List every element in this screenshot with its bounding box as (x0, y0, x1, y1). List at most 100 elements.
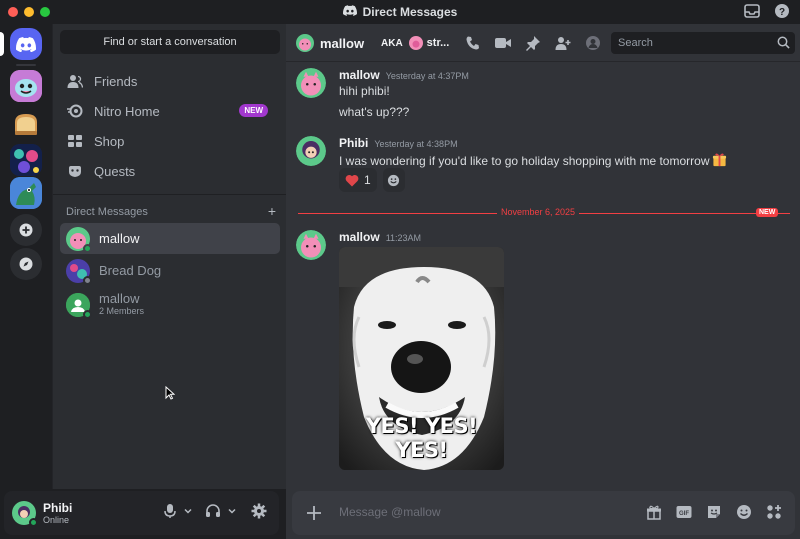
maximize-window-button[interactable] (40, 7, 50, 17)
quests-icon (66, 162, 84, 180)
sticker-icon[interactable] (705, 503, 723, 521)
close-window-button[interactable] (8, 7, 18, 17)
inbox-icon[interactable] (744, 3, 760, 19)
user-panel: Phibi Online (4, 491, 279, 535)
recipient-avatar (296, 34, 314, 52)
microphone-icon[interactable] (163, 503, 177, 519)
heart-icon (345, 174, 359, 186)
direct-messages-home-button[interactable] (10, 28, 42, 60)
audio-options-chevron-icon[interactable] (227, 506, 237, 516)
search-input[interactable]: Search (611, 32, 795, 54)
gif-caption: YES! YES! YES! (365, 414, 478, 462)
message-composer: Message @mallow GIF (292, 491, 795, 535)
author-name[interactable]: mallow (339, 68, 380, 82)
dm-item-bread-dog[interactable]: Bread Dog (60, 255, 280, 286)
message-text: hihi phibi! (339, 84, 390, 98)
video-call-icon[interactable] (494, 34, 512, 52)
server-icon-3[interactable] (10, 144, 42, 176)
gift-icon[interactable] (645, 503, 663, 521)
avatar (66, 226, 92, 253)
divider-date: November 6, 2025 (497, 207, 580, 217)
aka-label: AKA (381, 37, 403, 49)
author-name[interactable]: Phibi (339, 136, 368, 150)
author-avatar[interactable] (296, 230, 326, 260)
svg-text:GIF: GIF (679, 511, 689, 517)
dm-name: Bread Dog (99, 263, 162, 278)
offline-status-dot (83, 275, 92, 285)
author-avatar[interactable] (296, 68, 326, 98)
window-title: Direct Messages (0, 0, 800, 24)
nav-quests[interactable]: Quests (60, 156, 280, 186)
settings-gear-icon[interactable] (251, 503, 267, 519)
nav-nitro-label: Nitro Home (94, 103, 160, 119)
server-icon-2[interactable] (10, 108, 42, 140)
help-icon[interactable]: ? (774, 3, 790, 19)
create-dm-button[interactable]: + (268, 204, 276, 218)
dm-item-group-mallow[interactable]: mallow 2 Members (60, 288, 280, 322)
compass-icon (19, 257, 33, 271)
message-timestamp: Yesterday at 4:38PM (374, 139, 458, 149)
author-name[interactable]: mallow (339, 230, 380, 244)
nav-friends[interactable]: Friends (60, 66, 280, 96)
chat-header: mallow AKA str... Search (286, 24, 800, 62)
upload-plus-icon[interactable] (304, 503, 324, 523)
online-status-dot (83, 310, 92, 319)
apps-icon[interactable] (765, 503, 783, 521)
window-controls (8, 7, 50, 17)
aka-section[interactable]: AKA str... (381, 36, 449, 50)
add-reaction-icon (388, 174, 400, 186)
shop-icon (66, 132, 84, 150)
new-badge: NEW (239, 104, 268, 117)
nav-shop-label: Shop (94, 133, 125, 149)
nav-quests-label: Quests (94, 163, 136, 179)
dm-header-label: Direct Messages (66, 206, 148, 218)
window-title-text: Direct Messages (362, 5, 458, 19)
username[interactable]: Phibi (43, 501, 72, 515)
dm-sidebar: Find or start a conversation Friends Nit… (52, 24, 287, 489)
mouse-cursor-icon (165, 385, 176, 403)
emoji-icon[interactable] (735, 503, 753, 521)
dm-name: mallow (99, 231, 140, 246)
headphones-icon[interactable] (205, 503, 221, 519)
new-messages-badge: NEW (756, 208, 779, 217)
nitro-icon (66, 102, 84, 120)
pinned-messages-icon[interactable] (524, 34, 542, 52)
nav-friends-label: Friends (94, 73, 138, 89)
minimize-window-button[interactable] (24, 7, 34, 17)
chat-area: mallow AKA str... Search mallow Yesterda… (286, 24, 800, 539)
search-placeholder: Search (618, 37, 653, 49)
gif-attachment[interactable]: YES! YES! YES! (339, 247, 504, 470)
message-input[interactable]: Message @mallow (339, 505, 441, 519)
add-reaction-button[interactable] (382, 168, 405, 192)
user-profile-icon[interactable] (584, 34, 602, 52)
title-bar: Direct Messages ? (0, 0, 800, 24)
message-timestamp: Yesterday at 4:37PM (385, 71, 469, 81)
server-icon-4[interactable] (10, 177, 42, 209)
mic-options-chevron-icon[interactable] (183, 506, 193, 516)
server-rail (0, 24, 52, 489)
avatar (66, 258, 92, 285)
nav-nitro-home[interactable]: Nitro Home NEW (60, 96, 280, 126)
user-status: Online (43, 515, 70, 525)
voice-call-icon[interactable] (464, 34, 482, 52)
add-friends-to-dm-icon[interactable] (554, 34, 572, 52)
server-icon-1[interactable] (10, 70, 42, 102)
dm-section-header: Direct Messages + (66, 204, 276, 218)
discord-logo-icon (342, 5, 357, 19)
dm-item-mallow[interactable]: mallow (60, 223, 280, 254)
discover-button[interactable] (10, 248, 42, 280)
aka-name: str... (426, 37, 450, 49)
search-icon (777, 36, 790, 52)
chat-recipient[interactable]: mallow (296, 34, 364, 52)
add-server-button[interactable] (10, 214, 42, 246)
group-avatar (66, 293, 92, 319)
gif-picker-icon[interactable]: GIF (675, 503, 693, 521)
find-conversation-button[interactable]: Find or start a conversation (60, 30, 280, 54)
reactions-bar: 1 (339, 168, 405, 192)
user-avatar[interactable] (12, 501, 38, 527)
author-avatar[interactable] (296, 136, 326, 166)
nav-shop[interactable]: Shop (60, 126, 280, 156)
gift-emoji-icon (712, 152, 727, 170)
reaction-count: 1 (364, 173, 371, 187)
reaction-heart[interactable]: 1 (339, 168, 377, 192)
